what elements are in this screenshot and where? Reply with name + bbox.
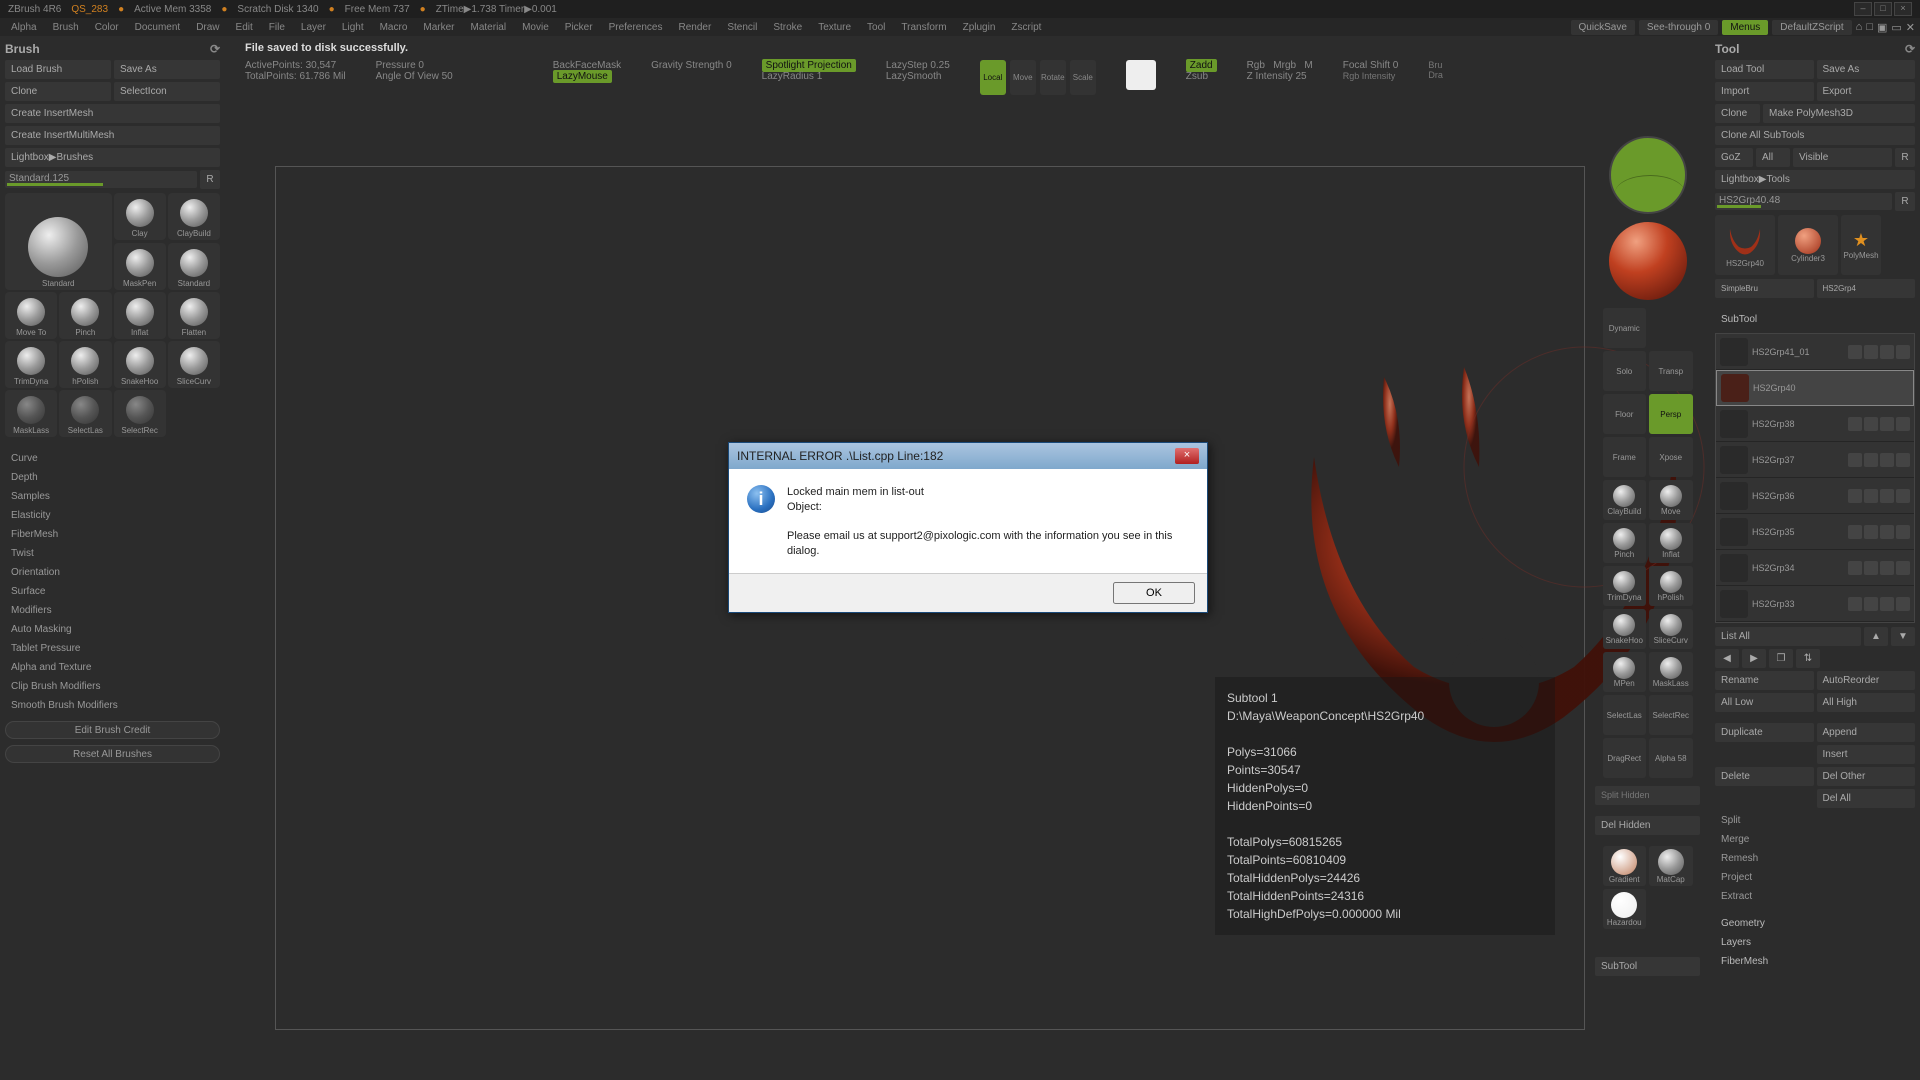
info-icon: i	[747, 485, 775, 513]
dialog-ok-button[interactable]: OK	[1113, 582, 1195, 604]
dialog-title: INTERNAL ERROR .\List.cpp Line:182	[737, 449, 943, 463]
dialog-msg2: Object:	[787, 500, 1189, 515]
error-dialog: INTERNAL ERROR .\List.cpp Line:182 × i L…	[728, 442, 1208, 613]
dialog-titlebar[interactable]: INTERNAL ERROR .\List.cpp Line:182 ×	[729, 443, 1207, 469]
dialog-msg1: Locked main mem in list-out	[787, 485, 1189, 500]
modal-overlay: INTERNAL ERROR .\List.cpp Line:182 × i L…	[0, 0, 1920, 1080]
dialog-msg3: Please email us at support2@pixologic.co…	[787, 529, 1189, 559]
dialog-close-button[interactable]: ×	[1175, 448, 1199, 464]
